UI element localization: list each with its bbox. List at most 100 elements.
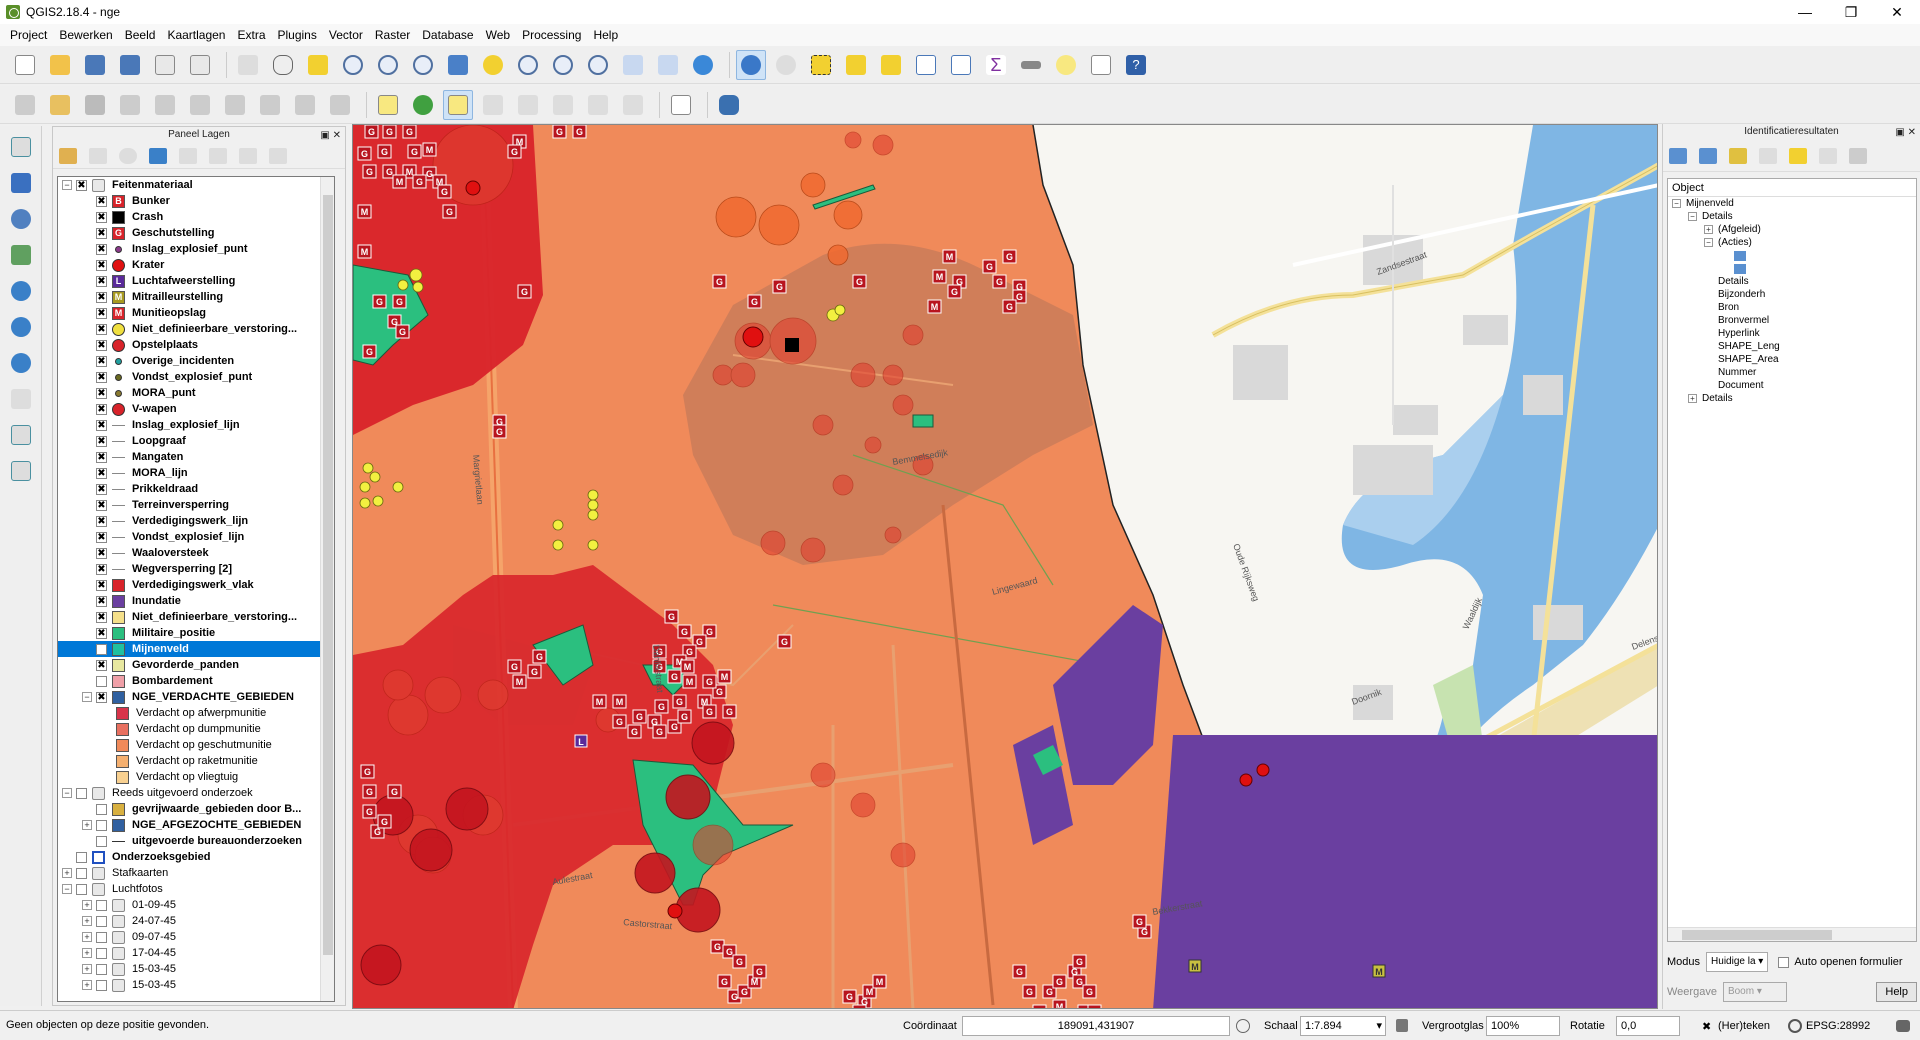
layer-row[interactable]: +17-04-45 <box>58 945 334 961</box>
identify-tree-item[interactable]: + (Afgeleid) <box>1668 223 1916 236</box>
measure-icon[interactable] <box>1016 50 1046 80</box>
layer-row[interactable]: ✖ Inslag_explosief_lijn <box>58 417 334 433</box>
deselect-icon[interactable] <box>876 50 906 80</box>
weergave-combo[interactable]: Boom ▾ <box>1722 982 1787 1002</box>
layer-row[interactable]: ✖ M Munitieopslag <box>58 305 334 321</box>
layer-visibility-checkbox[interactable]: ✖ <box>96 323 107 335</box>
composer-manager-button[interactable] <box>185 50 215 80</box>
identify-tree-item[interactable]: − Details <box>1668 210 1916 223</box>
layer-row[interactable]: − Reeds uitgevoerd onderzoek <box>58 785 334 801</box>
layer-row[interactable]: Onderzoeksgebied <box>58 849 334 865</box>
identify-hscrollbar[interactable] <box>1668 927 1916 941</box>
toggle-editing-icon[interactable] <box>45 90 75 120</box>
layer-visibility-checkbox[interactable]: ✖ <box>96 403 107 415</box>
touch-zoom-icon[interactable] <box>233 50 263 80</box>
layer-row[interactable]: ✖ M Mitrailleurstelling <box>58 289 334 305</box>
identify-tree-item[interactable]: Hyperlink <box>1668 327 1916 340</box>
expand-toggle-icon[interactable]: − <box>1672 199 1681 208</box>
save-as-button[interactable] <box>115 50 145 80</box>
add-raster-layer-icon[interactable] <box>6 168 36 198</box>
delete-selected-icon[interactable] <box>220 90 250 120</box>
layer-visibility-checkbox[interactable]: ✖ <box>96 531 107 543</box>
layer-tree-scrollbar[interactable] <box>320 177 334 1001</box>
identify-tree-item[interactable]: + Details <box>1668 392 1916 405</box>
layer-visibility-checkbox[interactable]: ✖ <box>96 611 107 623</box>
layer-visibility-checkbox[interactable] <box>96 819 107 831</box>
add-group-icon[interactable] <box>89 147 107 164</box>
layer-visibility-checkbox[interactable]: ✖ <box>96 467 107 479</box>
refresh-icon[interactable] <box>688 50 718 80</box>
show-hide-labels-icon[interactable] <box>513 90 543 120</box>
identify-tree-item[interactable]: Document <box>1668 379 1916 392</box>
add-delimited-text-icon[interactable] <box>6 384 36 414</box>
layer-visibility-checkbox[interactable]: ✖ <box>96 291 107 303</box>
add-wcs-layer-icon[interactable] <box>6 312 36 342</box>
layer-visibility-checkbox[interactable]: ✖ <box>96 643 107 655</box>
expand-toggle-icon[interactable]: − <box>62 788 72 798</box>
filter-legend-icon[interactable] <box>149 147 167 164</box>
layer-visibility-checkbox[interactable] <box>96 979 107 991</box>
layer-row[interactable]: ✖ Mangaten <box>58 449 334 465</box>
change-label-icon[interactable] <box>618 90 648 120</box>
identify-tree-item[interactable]: − (Acties) <box>1668 236 1916 249</box>
lock-scale-icon[interactable] <box>1396 1019 1408 1032</box>
layer-visibility-checkbox[interactable]: ✖ <box>96 243 107 255</box>
pan-hand-icon[interactable] <box>268 50 298 80</box>
menu-bewerken[interactable]: Bewerken <box>53 28 118 42</box>
new-spatialite-icon[interactable] <box>6 456 36 486</box>
menu-plugins[interactable]: Plugins <box>272 28 323 42</box>
identify-tree-item[interactable]: Details <box>1668 275 1916 288</box>
expand-toggle-icon[interactable]: + <box>82 964 92 974</box>
layer-row[interactable]: ✖ B Bunker <box>58 193 334 209</box>
identify-tree-item[interactable] <box>1668 249 1916 262</box>
crs-label[interactable]: EPSG:28992 <box>1806 1020 1870 1032</box>
layer-row[interactable]: uitgevoerde bureauonderzoeken <box>58 833 334 849</box>
minimize-button[interactable]: — <box>1782 0 1828 24</box>
zoom-next-icon[interactable] <box>583 50 613 80</box>
layer-visibility-checkbox[interactable]: ✖ <box>96 307 107 319</box>
save-project-button[interactable] <box>80 50 110 80</box>
render-checkbox[interactable]: ✖ <box>1702 1020 1711 1033</box>
identify-tree-item[interactable]: Bron <box>1668 301 1916 314</box>
text-annotation-icon[interactable] <box>1086 50 1116 80</box>
close-button[interactable]: ✕ <box>1874 0 1920 24</box>
clear-results-icon[interactable] <box>1759 147 1777 164</box>
layer-visibility-checkbox[interactable]: ✖ <box>96 627 107 639</box>
layer-row[interactable]: − Luchtfotos <box>58 881 334 897</box>
layer-row[interactable]: Bombardement <box>58 673 334 689</box>
layer-row[interactable]: +15-03-45 <box>58 977 334 993</box>
layer-visibility-checkbox[interactable]: ✖ <box>96 419 107 431</box>
panel-float-close-icon[interactable]: ▣ ✕ <box>320 128 341 144</box>
diagram-icon[interactable] <box>408 90 438 120</box>
layer-visibility-checkbox[interactable] <box>96 915 107 927</box>
layer-row[interactable]: ✖ Verdedigingswerk_vlak <box>58 577 334 593</box>
expand-toggle-icon[interactable]: + <box>1688 394 1697 403</box>
layer-visibility-checkbox[interactable]: ✖ <box>96 547 107 559</box>
pan-to-selection-icon[interactable] <box>303 50 333 80</box>
action-icon[interactable] <box>1734 250 1746 261</box>
layer-row[interactable]: ✖ MORA_lijn <box>58 465 334 481</box>
crs-globe-icon[interactable] <box>1788 1019 1802 1033</box>
expand-toggle-icon[interactable]: + <box>82 932 92 942</box>
layer-row[interactable]: ✖ MORA_punt <box>58 385 334 401</box>
layer-visibility-checkbox[interactable]: ✖ <box>76 179 87 191</box>
layer-visibility-checkbox[interactable] <box>76 883 87 895</box>
node-tool-icon[interactable] <box>185 90 215 120</box>
show-bookmarks-icon[interactable] <box>653 50 683 80</box>
magnifier-spinbox[interactable]: 100% <box>1486 1016 1560 1036</box>
attribute-table-icon[interactable] <box>911 50 941 80</box>
layer-style-icon[interactable] <box>59 147 77 164</box>
remove-layer-icon[interactable] <box>269 147 287 164</box>
auto-open-form-checkbox[interactable] <box>1778 956 1790 968</box>
current-edits-icon[interactable] <box>10 90 40 120</box>
map-canvas[interactable]: GGGGGGMGGMGMGMGGMMGGGGMGGGGGGGGGGGMGGMGG… <box>352 124 1658 1009</box>
filter-expression-icon[interactable] <box>179 147 197 164</box>
layer-row[interactable]: Verdacht op geschutmunitie <box>58 737 334 753</box>
layer-visibility-checkbox[interactable]: ✖ <box>96 227 107 239</box>
layer-visibility-checkbox[interactable] <box>96 835 107 847</box>
menu-web[interactable]: Web <box>480 28 516 42</box>
label-highlight-icon[interactable] <box>443 89 473 120</box>
messages-icon[interactable] <box>1896 1020 1910 1032</box>
layer-visibility-checkbox[interactable] <box>96 675 107 687</box>
action-icon[interactable] <box>1734 263 1746 274</box>
